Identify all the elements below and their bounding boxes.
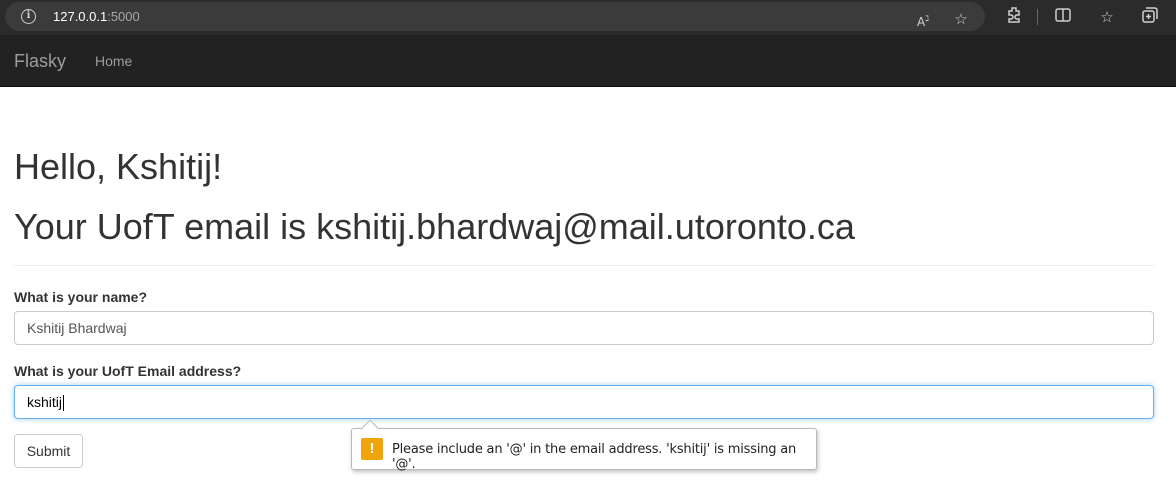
header-divider [14,265,1154,266]
favorites-icon[interactable]: ☆ [1096,6,1118,28]
url-text[interactable]: 127.0.0.1:5000 [53,9,140,24]
browser-toolbar: i 127.0.0.1:5000 Aℷ ☆ ☆ [0,0,1176,35]
validation-message: Please include an '@' in the email addre… [392,442,797,472]
collections-icon[interactable] [1139,6,1161,28]
extensions-icon[interactable] [1003,6,1025,28]
favorite-star-icon[interactable]: ☆ [950,8,972,30]
warning-icon: ! [361,438,383,460]
url-host: 127.0.0.1 [53,9,108,24]
address-bar[interactable]: i 127.0.0.1:5000 Aℷ ☆ [5,2,985,31]
greeting-heading: Hello, Kshitij! [14,146,223,187]
nav-home-link[interactable]: Home [95,53,132,69]
email-heading: Your UofT email is kshitij.bhardwaj@mail… [14,206,855,247]
url-port: :5000 [107,9,140,24]
validation-tooltip: ! Please include an '@' in the email add… [351,419,817,472]
email-input-value: kshitij [27,394,63,410]
email-input[interactable]: kshitij [14,385,1154,419]
tooltip-arrow [361,419,379,437]
text-caret [63,395,65,412]
toolbar-divider [1037,9,1038,25]
email-label: What is your UofT Email address? [14,363,242,379]
navbar: Flasky Home [0,35,1176,87]
info-icon[interactable]: i [21,9,36,24]
split-screen-icon[interactable] [1052,6,1074,28]
name-label: What is your name? [14,289,148,305]
name-input-value: Kshitij Bhardwaj [27,320,127,336]
submit-button[interactable]: Submit [14,434,83,468]
navbar-brand[interactable]: Flasky [14,51,66,72]
read-aloud-icon[interactable]: Aℷ [912,8,934,30]
name-input[interactable]: Kshitij Bhardwaj [14,311,1154,345]
